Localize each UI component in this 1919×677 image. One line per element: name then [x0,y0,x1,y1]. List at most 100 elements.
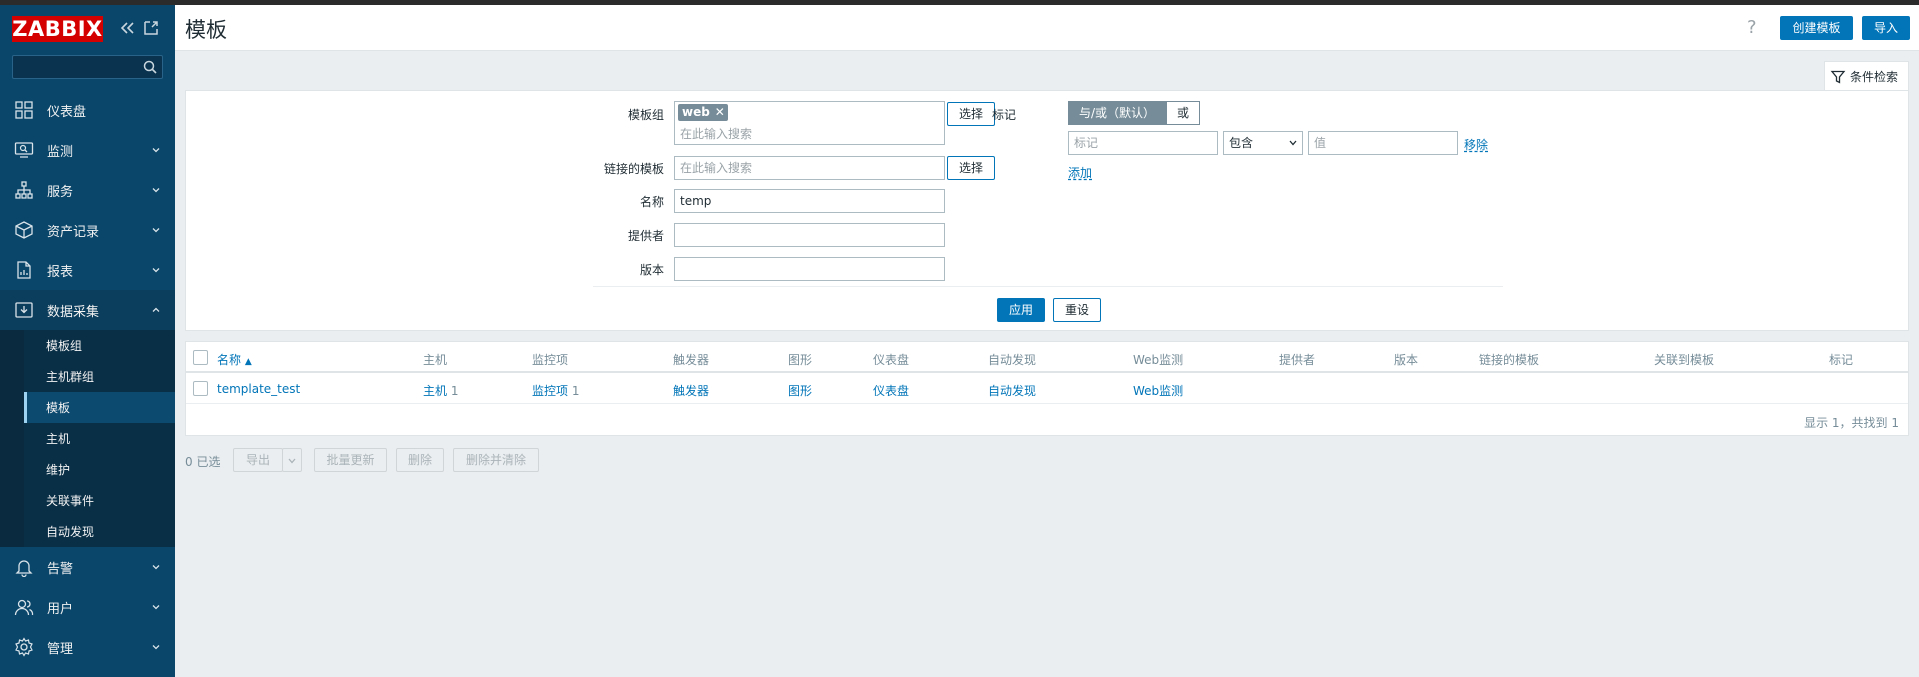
chevron-down-icon [152,565,160,570]
sub-item-template-groups[interactable]: 模板组 [0,330,175,361]
nav-item-administration[interactable]: 管理 [0,627,175,667]
users-icon [14,599,34,616]
sub-item-templates[interactable]: 模板 [0,392,175,423]
column-header-dashboards: 仪表盘 [873,353,910,367]
name-input[interactable]: temp [674,189,945,213]
chevron-down-icon [152,228,160,233]
select-all-checkbox[interactable] [193,350,208,365]
reset-button[interactable]: 重设 [1053,298,1101,322]
kiosk-mode-icon[interactable] [142,19,160,37]
linked-templates-input[interactable]: 在此输入搜索 [674,156,945,180]
web-monitoring-link[interactable]: Web监测 [1133,382,1183,399]
dashboards-link[interactable]: 仪表盘 [873,382,909,399]
linked-templates-label: 链接的模板 [603,162,664,176]
tags-and-or-toggle[interactable]: 与/或（默认） [1068,101,1166,125]
items-cell: 监控项 1 [532,382,579,399]
page-header: 模板 ? 创建模板 导入 [175,5,1919,51]
tag-name-input[interactable]: 标记 [1068,131,1218,155]
data-collection-icon [15,302,33,318]
data-collection-submenu: 模板组 主机群组 模板 主机 维护 关联事件 自动发现 [0,330,175,547]
graphs-link[interactable]: 图形 [788,382,812,399]
help-icon[interactable]: ? [1747,17,1763,38]
sub-item-maintenance[interactable]: 维护 [0,454,175,485]
column-header-hosts: 主机 [423,353,448,367]
dashboard-icon [15,101,33,119]
tag-operator-select[interactable]: 包含 [1223,131,1303,155]
sidebar-search-input[interactable] [12,55,163,79]
import-button[interactable]: 导入 [1862,16,1910,40]
chevron-down-icon [152,605,160,610]
column-header-graphs: 图形 [788,353,813,367]
nav-item-reports[interactable]: 报表 [0,250,175,290]
sub-item-hosts[interactable]: 主机 [0,423,175,454]
column-name-label: 名称 [217,353,242,367]
nav-label: 告警 [47,561,74,577]
zabbix-logo[interactable]: ZABBIX [12,16,103,42]
tags-or-toggle[interactable]: 或 [1166,101,1200,125]
inventory-icon [15,221,33,239]
template-group-multiselect[interactable]: web ✕ 在此输入搜索 [674,101,945,145]
template-group-label: 模板组 [627,108,664,122]
column-header-name[interactable]: 名称 ▲ [217,351,252,368]
nav-label: 数据采集 [47,304,100,320]
chevron-down-icon [152,645,160,650]
nav-item-monitoring[interactable]: 监测 [0,130,175,170]
chevron-down-icon [152,148,160,153]
discovery-link[interactable]: 自动发现 [988,382,1036,399]
template-group-search-placeholder[interactable]: 在此输入搜索 [680,125,752,142]
nav-label: 报表 [47,264,74,280]
tag-value-input[interactable]: 值 [1308,131,1458,155]
column-header-version: 版本 [1394,353,1419,367]
create-template-button[interactable]: 创建模板 [1780,16,1853,40]
monitoring-icon [14,142,34,158]
nav-item-services[interactable]: 服务 [0,170,175,210]
template-name-link[interactable]: template_test [217,382,300,396]
version-input[interactable] [674,257,945,281]
row-checkbox[interactable] [193,381,208,396]
collapse-sidebar-icon[interactable] [118,19,136,37]
hosts-link[interactable]: 主机 [423,384,447,398]
mass-update-button[interactable]: 批量更新 [314,448,387,472]
chevron-down-icon [152,188,160,193]
page-title: 模板 [185,18,227,42]
column-header-linked-to-templates: 关联到模板 [1654,353,1715,367]
export-dropdown-button[interactable] [282,448,302,472]
apply-button[interactable]: 应用 [997,298,1045,322]
column-header-items: 监控项 [532,353,569,367]
chevron-down-icon [152,268,160,273]
tag-operator-value: 包含 [1229,136,1254,150]
nav-item-dashboard[interactable]: 仪表盘 [0,90,175,130]
selected-count: 0 已选 [185,455,221,469]
nav-item-alerts[interactable]: 告警 [0,547,175,587]
vendor-input[interactable] [674,223,945,247]
items-link[interactable]: 监控项 [532,384,568,398]
sub-item-event-correlation[interactable]: 关联事件 [0,485,175,516]
search-icon[interactable] [142,59,158,75]
nav-label: 监测 [47,144,74,160]
sub-item-discovery[interactable]: 自动发现 [0,516,175,547]
remove-tag-link[interactable]: 移除 [1464,136,1488,153]
nav-item-data-collection[interactable]: 数据采集 [0,290,175,330]
nav-item-inventory[interactable]: 资产记录 [0,210,175,250]
linked-templates-select-button[interactable]: 选择 [947,156,995,180]
triggers-link[interactable]: 触发器 [673,382,709,399]
items-count: 1 [571,384,580,398]
remove-chip-icon[interactable]: ✕ [715,104,725,121]
filter-icon [1830,70,1846,84]
export-button[interactable]: 导出 [233,448,283,472]
table-header-row: 名称 ▲ 主机 监控项 触发器 图形 仪表盘 自动发现 Web监测 提供者 版本… [186,342,1908,373]
delete-button[interactable]: 删除 [396,448,444,472]
hosts-cell: 主机 1 [423,382,458,399]
column-header-discovery: 自动发现 [988,353,1037,367]
sub-item-host-groups[interactable]: 主机群组 [0,361,175,392]
add-tag-link[interactable]: 添加 [1068,164,1092,181]
vendor-label: 提供者 [627,229,664,243]
gear-icon [15,637,33,657]
filter-tab[interactable]: 条件检索 [1824,61,1909,91]
sidebar: ZABBIX 仪表盘 监测 服务 资产记录 报表 数据采集 模板组 主机群组 模… [0,5,175,677]
nav-label: 用户 [47,601,74,617]
delete-and-clear-button[interactable]: 删除并清除 [453,448,539,472]
nav-item-users[interactable]: 用户 [0,587,175,627]
column-header-tags: 标记 [1829,353,1854,367]
column-header-linked-templates: 链接的模板 [1479,353,1540,367]
